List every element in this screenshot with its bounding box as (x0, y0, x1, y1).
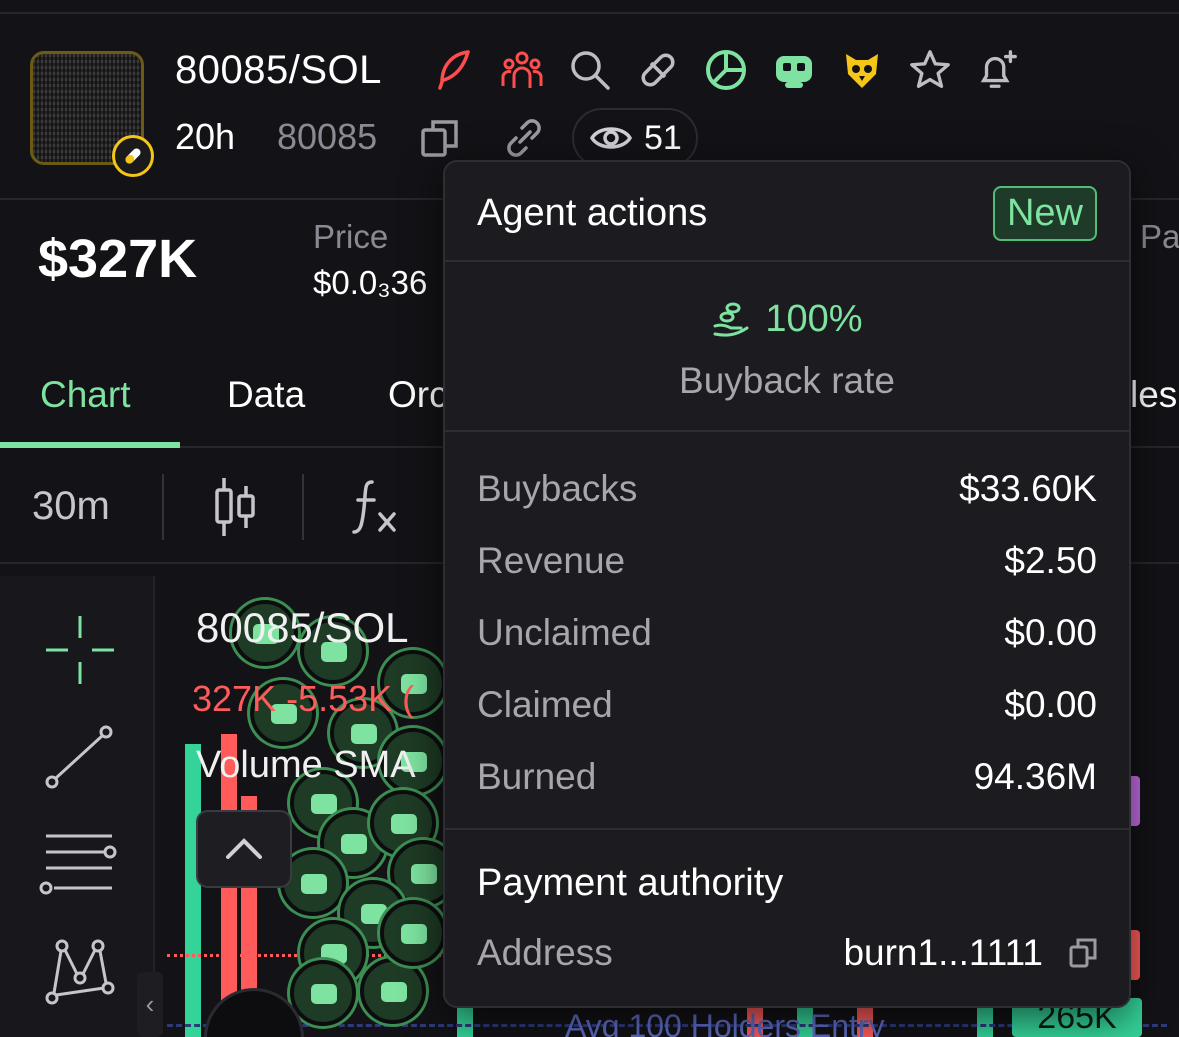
trend-line-icon[interactable] (44, 724, 114, 795)
watchers-badge[interactable]: 51 (572, 108, 698, 168)
community-icon[interactable] (500, 46, 544, 94)
trader-avatar[interactable] (360, 958, 426, 1024)
candlestick-icon[interactable] (212, 476, 258, 543)
trader-avatar[interactable] (380, 900, 446, 966)
price-label: Price (313, 218, 389, 255)
volume-bar (977, 1006, 993, 1037)
stat-value: $33.60K (959, 468, 1097, 509)
pa-label: Pa (1140, 218, 1179, 255)
volume-sma-label: Volume SMA (196, 744, 416, 786)
stat-label: Claimed (477, 684, 613, 725)
address-row: Address burn1...1111 (477, 932, 1097, 974)
volume-bar (185, 744, 201, 1037)
buyback-rate-value: 100% (765, 298, 863, 340)
payment-authority-title: Payment authority (477, 862, 784, 904)
copy-icon[interactable] (420, 118, 460, 158)
chart-ohlc-values: 327K -5.53K ( (192, 678, 415, 719)
pill-tool-icon[interactable] (636, 46, 680, 94)
link-icon[interactable] (500, 116, 548, 160)
collapse-sidebar-button[interactable]: ‹ (137, 972, 163, 1037)
token-ticker: 80085 (277, 116, 378, 157)
owl-icon[interactable] (840, 46, 884, 94)
tab-chart[interactable]: Chart (40, 374, 130, 416)
chevron-up-icon (226, 838, 262, 859)
header-icon-row (432, 46, 1020, 94)
toolbar-divider (162, 474, 164, 540)
stat-label: Buybacks (477, 468, 638, 509)
avg-entry-label: Avg 100 Holders Entry (565, 1008, 885, 1037)
price-value: $0.0₃36 (313, 264, 428, 301)
stat-row-unclaimed: Unclaimed $0.00 (477, 612, 1097, 654)
function-icon[interactable] (350, 478, 400, 541)
popup-title: Agent actions (477, 192, 708, 234)
stat-label: Burned (477, 756, 597, 797)
stat-value: $2.50 (1004, 540, 1097, 581)
agent-actions-popup: Agent actions New 100% Buyback rate Buyb… (443, 160, 1131, 1008)
copy-address-icon[interactable] (1069, 938, 1097, 968)
stat-value: 94.36M (973, 756, 1097, 797)
watchers-count: 51 (644, 118, 682, 157)
pattern-icon[interactable] (42, 938, 118, 1013)
stat-value: $0.00 (1004, 684, 1097, 725)
buyback-rate-value-row: 100% (445, 298, 1129, 341)
star-icon[interactable] (908, 46, 952, 94)
toolbar-divider (302, 474, 304, 540)
popup-divider (445, 430, 1129, 432)
horizontal-lines-icon[interactable] (38, 830, 120, 903)
top-divider (0, 12, 1179, 14)
eye-icon (590, 127, 632, 149)
active-tab-underline (0, 442, 180, 448)
stat-row-buybacks: Buybacks $33.60K (477, 468, 1097, 510)
pair-title: 80085/SOL (175, 48, 382, 92)
bell-plus-icon[interactable] (976, 46, 1020, 94)
market-cap-value: $327K (38, 229, 198, 289)
address-value: burn1...1111 (843, 932, 1043, 973)
stat-row-claimed: Claimed $0.00 (477, 684, 1097, 726)
robot-icon[interactable] (772, 46, 816, 94)
stat-row-revenue: Revenue $2.50 (477, 540, 1097, 582)
pie-chart-icon[interactable] (704, 46, 748, 94)
token-age: 20h (175, 116, 236, 157)
new-badge: New (992, 186, 1097, 241)
stat-label: Unclaimed (477, 612, 652, 653)
search-icon[interactable] (568, 46, 612, 94)
hand-coins-icon (713, 302, 749, 337)
tab-trades[interactable]: les (1130, 374, 1177, 416)
tab-data[interactable]: Data (227, 374, 305, 416)
buyback-rate-label: Buyback rate (679, 360, 895, 401)
stat-row-burned: Burned 94.36M (477, 756, 1097, 798)
timeframe-selector[interactable]: 30m (32, 484, 110, 529)
address-label: Address (477, 932, 613, 973)
collapse-legend-button[interactable] (196, 810, 292, 888)
stat-value: $0.00 (1004, 612, 1097, 653)
popup-divider (445, 260, 1129, 262)
popup-divider (445, 828, 1129, 830)
feather-icon[interactable] (432, 46, 476, 94)
trader-avatar[interactable] (290, 960, 356, 1026)
crosshair-icon[interactable] (44, 614, 116, 691)
chevron-left-icon: ‹ (145, 989, 155, 1019)
chart-title: 80085/SOL (196, 604, 409, 651)
pill-icon (112, 135, 154, 177)
tab-orders[interactable]: Orc (388, 374, 448, 416)
stat-label: Revenue (477, 540, 626, 581)
